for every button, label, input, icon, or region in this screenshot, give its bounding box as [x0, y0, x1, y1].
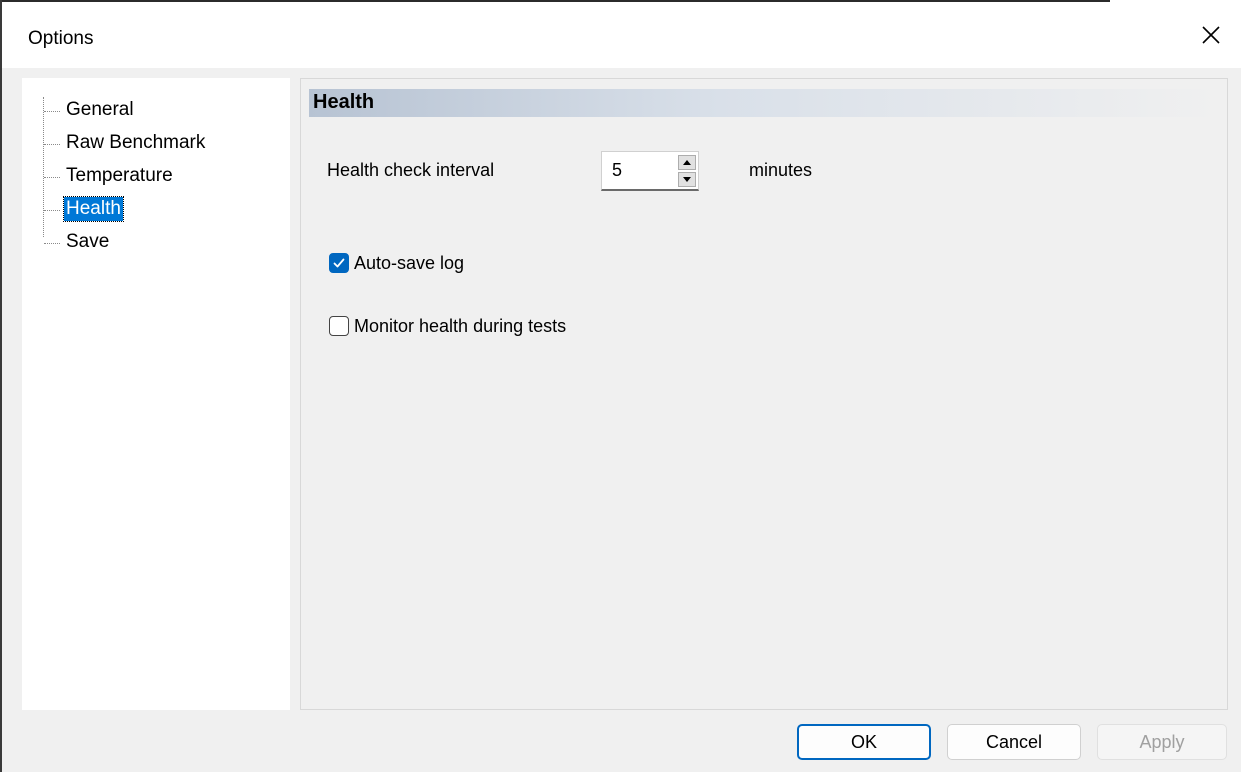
health-panel: Health Health check interval minutes Aut — [300, 78, 1228, 710]
monitor-label: Monitor health during tests — [354, 315, 567, 336]
interval-input[interactable] — [612, 157, 672, 183]
autosave-label: Auto-save log — [354, 252, 465, 273]
tree-item-label: Save — [66, 231, 110, 252]
tree-item-save[interactable]: Save — [22, 228, 262, 258]
autosave-checkbox[interactable] — [329, 253, 349, 273]
tree-item-raw-benchmark[interactable]: Raw Benchmark — [22, 129, 262, 159]
tree-item-label: Health — [63, 196, 124, 222]
spin-down-button[interactable] — [678, 172, 696, 187]
tree-item-health[interactable]: Health — [22, 195, 262, 225]
panel-header: Health — [309, 89, 1221, 117]
tree-branch — [44, 243, 60, 244]
close-icon — [1202, 26, 1220, 44]
close-button[interactable] — [1181, 2, 1241, 68]
cancel-button[interactable]: Cancel — [947, 724, 1081, 760]
spin-up-button[interactable] — [678, 155, 696, 170]
arrow-up-icon — [683, 160, 691, 165]
tree-branch — [44, 111, 60, 112]
monitor-checkbox[interactable] — [329, 316, 349, 336]
tree-item-label: Raw Benchmark — [66, 132, 206, 153]
checkmark-icon — [333, 258, 345, 268]
interval-label: Health check interval — [327, 160, 495, 180]
tree-item-label: General — [66, 99, 134, 120]
window-title: Options — [28, 28, 94, 49]
interval-spinner — [601, 151, 699, 191]
tree-item-general[interactable]: General — [22, 96, 262, 126]
tree-branch — [44, 144, 60, 145]
apply-button[interactable]: Apply — [1097, 724, 1227, 760]
autosave-checkbox-row[interactable]: Auto-save log — [329, 250, 464, 276]
arrow-down-icon — [683, 177, 691, 182]
options-tree: General Raw Benchmark Temperature Health… — [22, 78, 290, 710]
panel-title: Health — [313, 91, 375, 113]
tree-branch — [44, 210, 60, 211]
ok-button[interactable]: OK — [797, 724, 931, 760]
tree-item-label: Temperature — [66, 165, 173, 186]
spinner-buttons — [678, 154, 698, 188]
title-bar: Options — [2, 2, 1241, 68]
tree-branch — [44, 177, 60, 178]
tree-item-temperature[interactable]: Temperature — [22, 162, 262, 192]
monitor-checkbox-row[interactable]: Monitor health during tests — [329, 313, 566, 339]
interval-unit: minutes — [749, 160, 813, 180]
dialog-client: General Raw Benchmark Temperature Health… — [2, 68, 1241, 772]
